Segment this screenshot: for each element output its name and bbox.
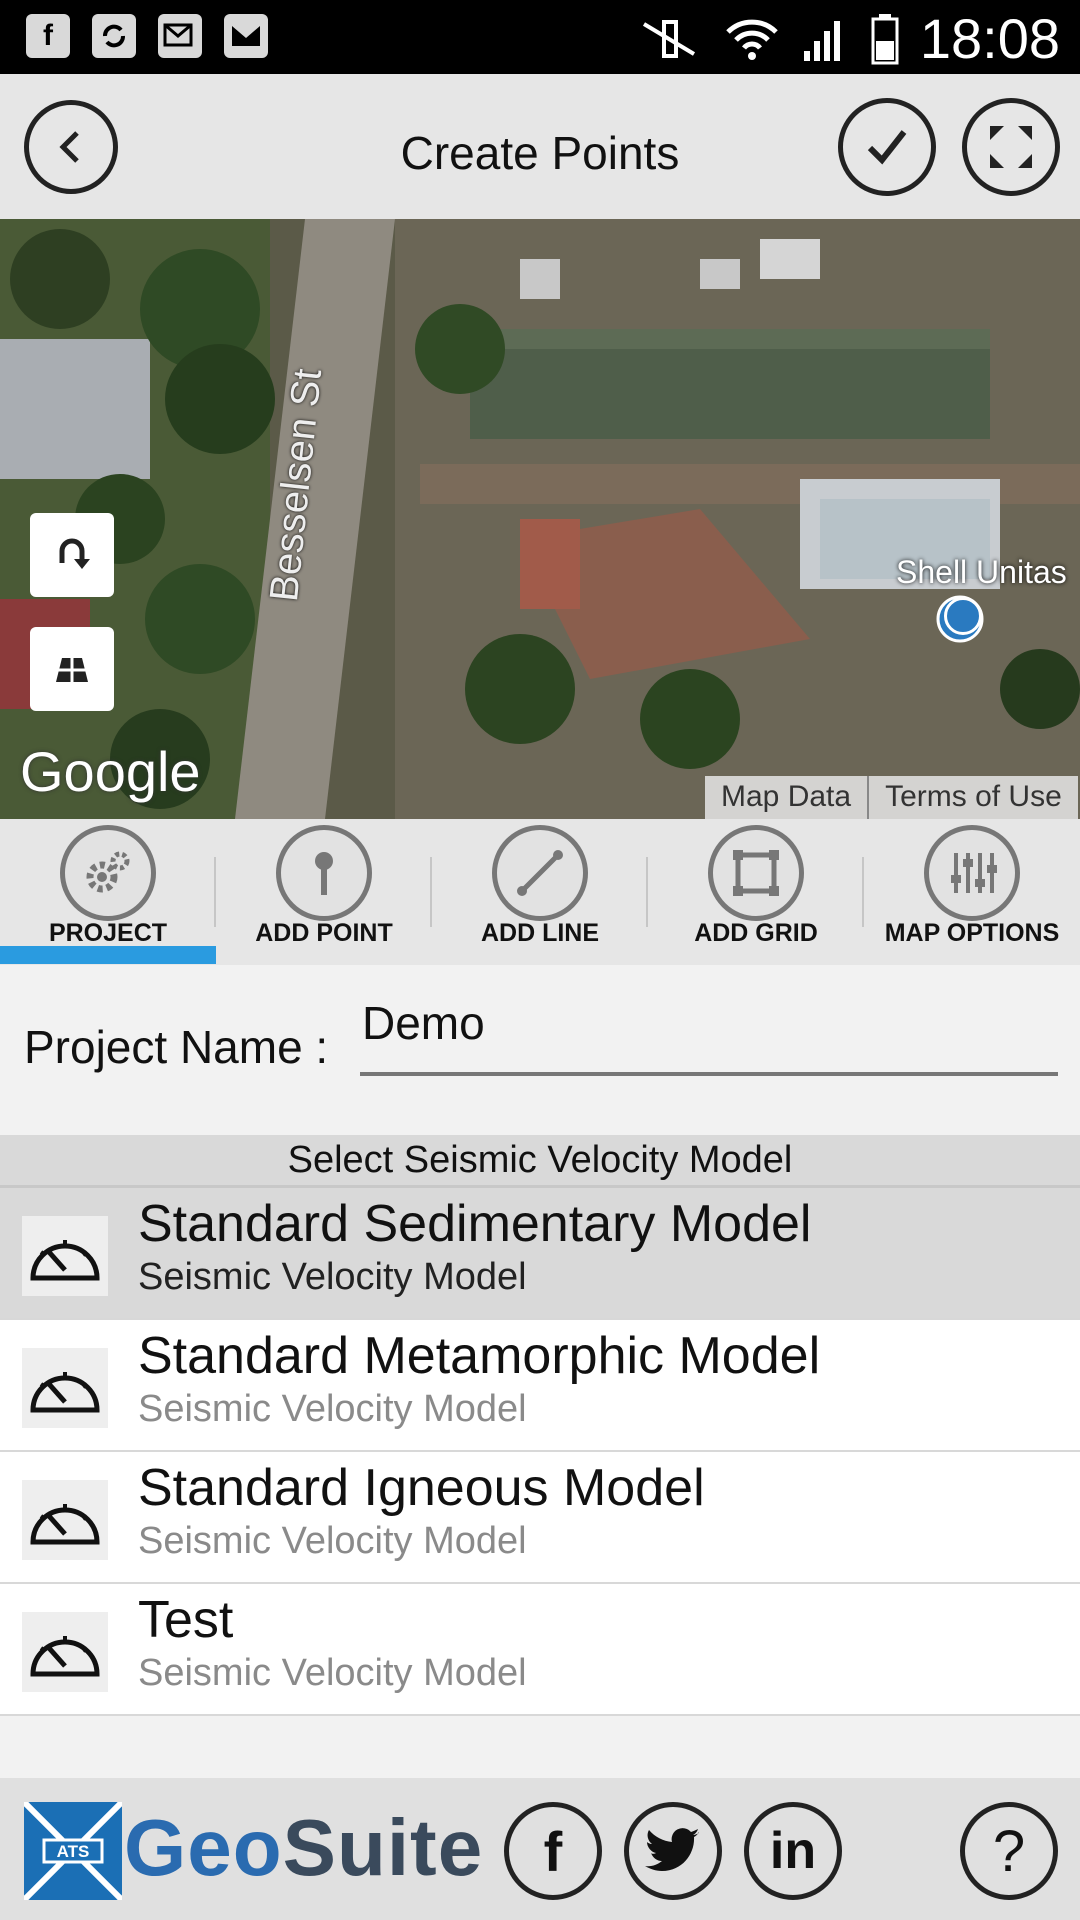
- list-item-title: Standard Sedimentary Model: [138, 1195, 812, 1253]
- map-3d-icon: [56, 658, 88, 682]
- fuel-icon: [944, 597, 982, 635]
- tab-bar: PROJECT ADD POINT ADD LINE ADD GRID MAP …: [0, 819, 1080, 965]
- tab-add-point[interactable]: ADD POINT: [216, 819, 432, 965]
- logo-initials: ATS: [57, 1842, 90, 1861]
- ats-logo[interactable]: ATS: [21, 1799, 125, 1903]
- pin-icon: [276, 825, 372, 921]
- app-header: Create Points: [0, 74, 1080, 219]
- twitter-icon: [645, 1828, 699, 1871]
- gauge-icon: [22, 1612, 108, 1692]
- list-item-subtitle: Seismic Velocity Model: [138, 1520, 527, 1562]
- tab-label: PROJECT: [48, 919, 168, 947]
- tab-label: ADD POINT: [255, 919, 393, 947]
- facebook-icon: f: [543, 1819, 563, 1883]
- status-bar: f 18:08: [0, 0, 1080, 74]
- map-attribution: Map Data Terms of Use: [705, 776, 1078, 819]
- help-button[interactable]: ?: [960, 1802, 1058, 1900]
- gmail-icon: [224, 14, 268, 58]
- signal-icon: [803, 20, 840, 61]
- confirm-button[interactable]: [838, 98, 936, 196]
- map-data-link[interactable]: Map Data: [705, 776, 870, 819]
- gauge-icon: [22, 1348, 108, 1428]
- velocity-model-list: Standard Sedimentary Model Seismic Veloc…: [0, 1188, 1080, 1716]
- mute-icon: [642, 19, 695, 58]
- poi-label[interactable]: Shell Unitas: [896, 554, 1067, 591]
- help-icon: ?: [992, 1818, 1026, 1884]
- sliders-icon: [924, 825, 1020, 921]
- gauge-icon: [22, 1216, 108, 1296]
- geosuite-logo: GeoSuite: [124, 1802, 483, 1894]
- tab-map-options[interactable]: MAP OPTIONS: [864, 819, 1080, 965]
- google-logo: Google: [20, 740, 201, 803]
- fullscreen-button[interactable]: [962, 98, 1060, 196]
- linkedin-icon: in: [769, 1822, 817, 1880]
- project-name-section: Project Name :: [0, 965, 1080, 1135]
- project-name-input[interactable]: [360, 997, 1062, 1049]
- terms-of-use-link[interactable]: Terms of Use: [869, 776, 1078, 819]
- expand-icon: [990, 126, 1032, 168]
- battery-icon: [871, 13, 899, 64]
- satellite-imagery: [0, 219, 1080, 819]
- line-icon: [492, 825, 588, 921]
- twitter-button[interactable]: [624, 1802, 722, 1900]
- list-item[interactable]: Test Seismic Velocity Model: [0, 1584, 1080, 1716]
- footer-bar: ATS GeoSuite f in ?: [0, 1778, 1080, 1920]
- list-item-subtitle: Seismic Velocity Model: [138, 1256, 527, 1298]
- tab-add-grid[interactable]: ADD GRID: [648, 819, 864, 965]
- input-underline: [360, 1072, 1058, 1076]
- checkmark-icon: [867, 130, 907, 165]
- tab-add-line[interactable]: ADD LINE: [432, 819, 648, 965]
- email-sync-icon: [158, 14, 202, 58]
- project-name-label: Project Name :: [24, 1021, 329, 1073]
- tab-label: MAP OPTIONS: [884, 919, 1060, 947]
- list-item[interactable]: Standard Metamorphic Model Seismic Veloc…: [0, 1320, 1080, 1452]
- facebook-icon: f: [26, 14, 70, 58]
- gears-icon: [60, 825, 156, 921]
- map-view[interactable]: Besselsen St Shell Unitas Google Map Dat…: [0, 219, 1080, 819]
- tab-label: ADD GRID: [694, 919, 818, 947]
- tilt-map-button[interactable]: [30, 627, 114, 711]
- list-item-subtitle: Seismic Velocity Model: [138, 1652, 527, 1694]
- velocity-model-heading: Select Seismic Velocity Model: [0, 1135, 1080, 1188]
- tab-label: ADD LINE: [480, 919, 600, 947]
- rotate-icon: [59, 538, 90, 569]
- rotate-map-button[interactable]: [30, 513, 114, 597]
- brand-geo: Geo: [124, 1803, 283, 1892]
- list-item-title: Standard Metamorphic Model: [138, 1327, 821, 1385]
- list-item[interactable]: Standard Sedimentary Model Seismic Veloc…: [0, 1188, 1080, 1320]
- linkedin-button[interactable]: in: [744, 1802, 842, 1900]
- sync-icon: [92, 14, 136, 58]
- brand-suite: Suite: [282, 1803, 484, 1892]
- list-item-subtitle: Seismic Velocity Model: [138, 1388, 527, 1430]
- gauge-icon: [22, 1480, 108, 1560]
- active-tab-indicator: [0, 946, 216, 964]
- list-item-title: Test: [138, 1591, 234, 1649]
- grid-square-icon: [708, 825, 804, 921]
- list-item-title: Standard Igneous Model: [138, 1459, 705, 1517]
- tab-project[interactable]: PROJECT: [0, 819, 216, 965]
- wifi-icon: [726, 19, 778, 60]
- list-item[interactable]: Standard Igneous Model Seismic Velocity …: [0, 1452, 1080, 1584]
- facebook-button[interactable]: f: [504, 1802, 602, 1900]
- status-time: 18:08: [919, 7, 1060, 70]
